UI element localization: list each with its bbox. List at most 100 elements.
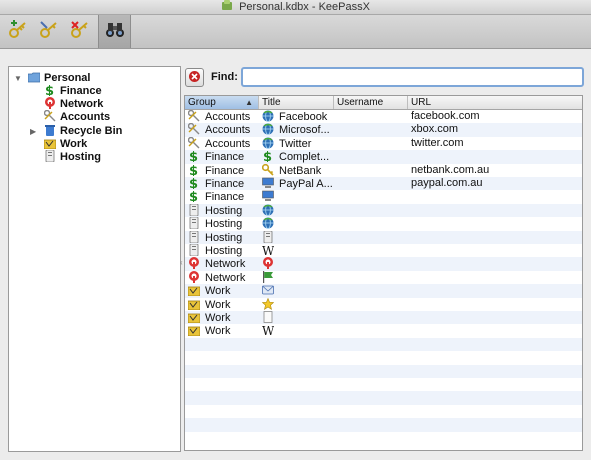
add-entry-button[interactable] (2, 15, 33, 48)
cell-url (411, 257, 579, 270)
tree-item-work[interactable]: Work (43, 137, 87, 150)
folder-icon (27, 71, 41, 83)
cell-username (337, 231, 407, 244)
cell-title: Facebook (262, 110, 332, 123)
keys-icon (188, 136, 200, 149)
edit-entry-button[interactable] (33, 15, 64, 48)
cell-text: Hosting (205, 218, 243, 231)
table-row[interactable]: Hosting W (185, 244, 582, 257)
cell-title: PayPal A... (262, 177, 332, 190)
key-add-icon (8, 20, 28, 43)
table-row[interactable]: Accounts Microsof... xbox.com (185, 123, 582, 137)
tree-item-network[interactable]: Network (44, 97, 103, 110)
database-icon (221, 0, 233, 11)
network-icon (262, 257, 274, 270)
table-row[interactable]: Hosting (185, 203, 582, 218)
table-row[interactable]: Accounts Twitter twitter.com (185, 136, 582, 150)
server-icon (188, 244, 200, 257)
cell-username (337, 177, 407, 190)
group-tree[interactable]: ▼ Personal $ Finance Network Accounts ▶ R… (8, 66, 181, 452)
cell-username (337, 204, 407, 217)
table-row[interactable]: $ Finance PayPal A... paypal.com.au (185, 177, 582, 191)
globe-icon (262, 110, 274, 122)
server-icon (188, 230, 200, 243)
cell-group: Work (188, 311, 258, 324)
cell-title: W (262, 244, 332, 257)
table-row[interactable]: $ Finance NetBank netbank.com.au (185, 163, 582, 177)
clear-search-button[interactable] (185, 68, 204, 87)
key-delete-icon (70, 20, 90, 43)
server-icon (262, 230, 274, 243)
cell-text: Work (205, 298, 231, 311)
cell-text: Accounts (205, 124, 251, 137)
cell-text: Work (205, 285, 231, 298)
dollar-icon: $ (188, 190, 200, 203)
table-row[interactable]: Work (185, 297, 582, 311)
cell-url (411, 324, 579, 337)
cell-text: Complet... (279, 151, 330, 164)
search-button[interactable] (98, 15, 131, 48)
cell-title (262, 311, 332, 324)
column-header-username[interactable]: Username (334, 96, 408, 109)
cell-group: Hosting (188, 244, 258, 257)
toolbar (0, 15, 591, 49)
table-row[interactable]: Network (185, 257, 582, 271)
cell-url (411, 204, 579, 217)
tree-item-hosting[interactable]: Hosting (44, 149, 101, 163)
tree-item-label: Accounts (60, 111, 111, 123)
network-icon (188, 270, 200, 283)
find-input[interactable] (241, 67, 584, 87)
dollar-icon: $ (44, 84, 56, 99)
cell-url (411, 190, 579, 203)
cell-group: Hosting (188, 203, 258, 217)
cell-text: Facebook (279, 111, 328, 123)
computer-icon (262, 177, 274, 189)
cell-group: $ Finance (188, 150, 258, 163)
table-row[interactable]: Hosting (185, 217, 582, 230)
table-row (185, 432, 582, 445)
tree-item-accounts[interactable]: Accounts (43, 109, 111, 123)
tree-item-recycle-bin[interactable]: Recycle Bin (44, 124, 122, 137)
cell-text: xbox.com (411, 123, 459, 136)
table-row[interactable]: Accounts Facebook facebook.com (185, 110, 582, 123)
splitter-handle[interactable]: ‹ (180, 258, 183, 267)
svg-text:W: W (262, 324, 274, 336)
cell-title (262, 203, 332, 217)
collapse-triangle-icon[interactable]: ▼ (14, 74, 22, 83)
column-header-title[interactable]: Title (259, 96, 334, 109)
svg-text:$: $ (45, 84, 54, 96)
globe-icon (262, 136, 274, 149)
cell-username (337, 271, 407, 284)
table-row[interactable]: Network (185, 270, 582, 284)
entries-table[interactable]: Group ▲ Title Username URL Accounts Faceb… (184, 95, 583, 451)
table-row[interactable]: $ Finance (185, 190, 582, 203)
globe-icon (262, 217, 274, 230)
expand-triangle-icon[interactable]: ▶ (30, 127, 36, 136)
delete-entry-button[interactable] (64, 15, 95, 48)
work-icon (43, 137, 57, 150)
cell-title (262, 270, 332, 284)
table-row[interactable]: Work (185, 284, 582, 298)
table-row[interactable]: Work W (185, 324, 582, 337)
cell-title (262, 217, 332, 230)
work-icon (188, 284, 201, 297)
column-header-group[interactable]: Group ▲ (185, 96, 259, 109)
cell-username (337, 137, 407, 150)
tree-item-finance[interactable]: $ Finance (44, 84, 102, 99)
table-row (185, 378, 582, 391)
column-header-url[interactable]: URL (408, 96, 582, 109)
recycle-bin-icon (44, 124, 56, 136)
key-icon (262, 163, 274, 176)
cell-text: Hosting (205, 204, 243, 217)
table-row[interactable]: Hosting (185, 230, 582, 244)
table-row[interactable]: Work (185, 311, 582, 325)
document-icon (262, 311, 274, 323)
cell-group: Work (188, 298, 258, 311)
cell-username (337, 244, 407, 257)
cell-username (337, 257, 407, 270)
tree-item-personal[interactable]: Personal (27, 71, 90, 84)
tree-item-label: Recycle Bin (60, 125, 123, 137)
cell-username (337, 284, 407, 297)
table-row[interactable]: $ Finance $ Complet... (185, 150, 582, 164)
cell-url: netbank.com.au (411, 164, 579, 177)
